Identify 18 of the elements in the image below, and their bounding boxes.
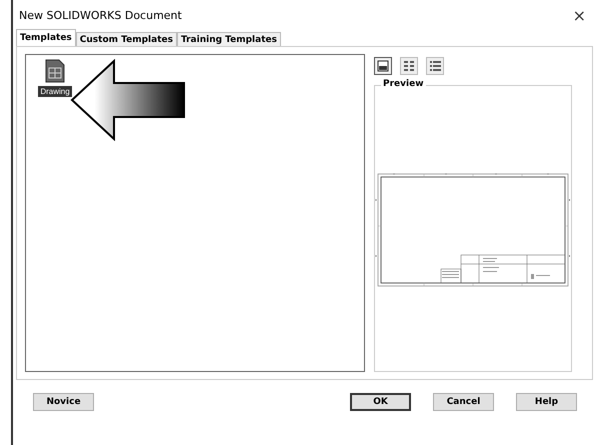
- picture-view-icon: [375, 58, 391, 74]
- close-button[interactable]: ×: [568, 6, 590, 24]
- dialog-button[interactable]: Help: [516, 393, 577, 411]
- window-title: New SOLIDWORKS Document: [19, 8, 182, 22]
- large-icons-button[interactable]: [374, 57, 392, 75]
- preview-label: Preview: [381, 79, 426, 89]
- dialog-button[interactable]: OK: [350, 393, 411, 411]
- tab[interactable]: Templates: [16, 29, 76, 46]
- grid-icon: [401, 58, 417, 74]
- dialog-button[interactable]: Cancel: [433, 393, 494, 411]
- dialog-button[interactable]: Novice: [33, 393, 94, 411]
- drawing-document-icon[interactable]: [45, 59, 65, 83]
- template-label[interactable]: Drawing: [38, 86, 72, 97]
- tab[interactable]: Custom Templates: [76, 32, 177, 46]
- grid-view-button[interactable]: [400, 57, 418, 75]
- tab[interactable]: Training Templates: [176, 32, 281, 46]
- list-icon: [427, 58, 443, 74]
- list-view-button[interactable]: [426, 57, 444, 75]
